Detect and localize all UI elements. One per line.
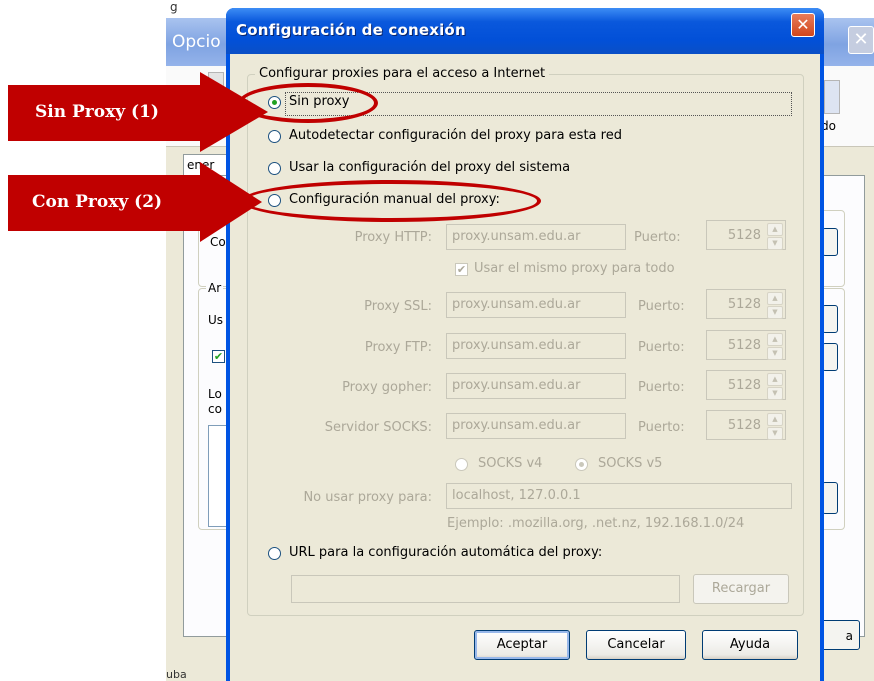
arrow-icon (200, 162, 262, 242)
callout-with-proxy: Con Proxy (2) (8, 175, 204, 231)
callout-no-proxy: Sin Proxy (1) (8, 85, 204, 141)
arrow-icon (200, 72, 268, 152)
